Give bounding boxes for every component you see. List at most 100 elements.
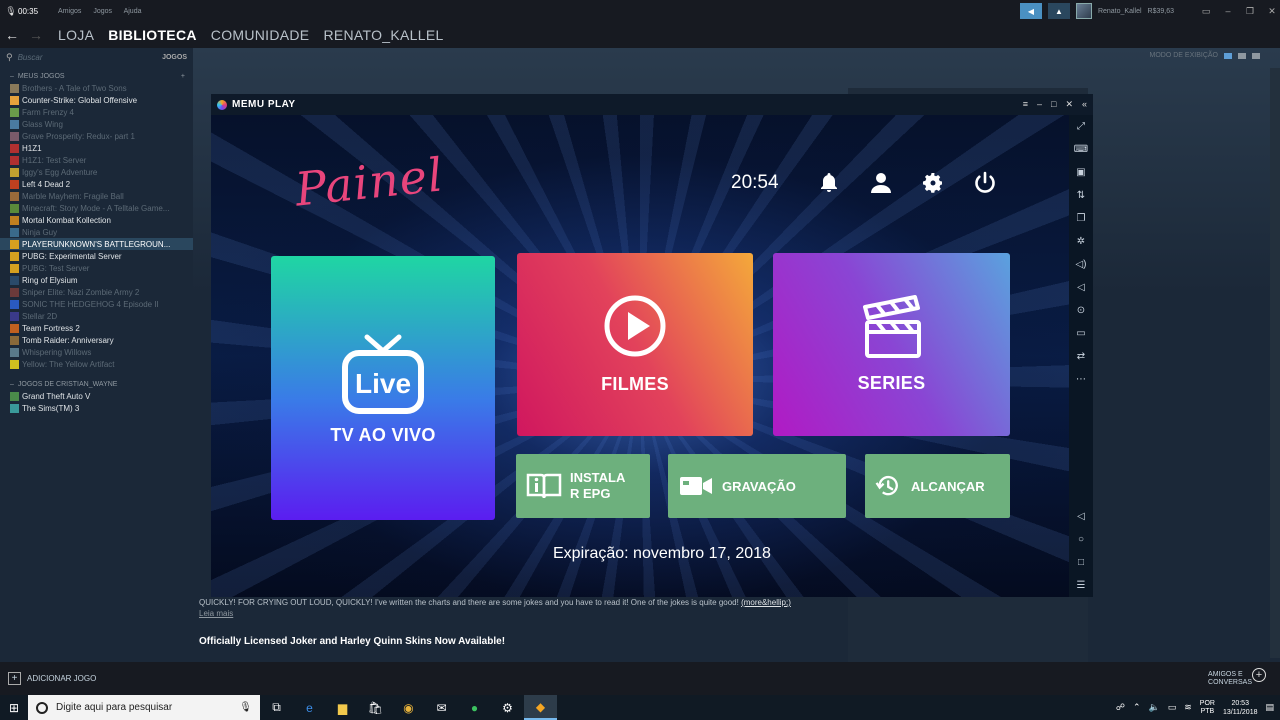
settings-gear-icon[interactable] — [921, 171, 945, 195]
big-picture-icon[interactable]: ▭ — [1198, 6, 1214, 17]
collapse-sidebar-icon[interactable]: « — [1082, 99, 1087, 110]
library-search[interactable]: ⚲ Buscar JOGOS — [0, 48, 193, 66]
broadcast-icon[interactable]: ◀ — [1019, 3, 1042, 19]
tv-ao-vivo-tile[interactable]: Live TV AO VIVO — [271, 256, 495, 520]
memu-taskbar-icon[interactable]: ◆ — [524, 695, 557, 720]
news-title[interactable]: Officially Licensed Joker and Harley Qui… — [199, 636, 505, 647]
game-list-item[interactable]: Sniper Elite: Nazi Zombie Army 2 — [0, 286, 193, 298]
news-more-link[interactable]: (more&hellip;) — [741, 598, 791, 607]
fullscreen-icon[interactable]: ⤢ — [1069, 115, 1093, 138]
people-icon[interactable]: ☍ — [1116, 702, 1125, 713]
folder-icon[interactable]: ▭ — [1069, 322, 1093, 345]
game-list-item[interactable]: Yellow: The Yellow Artifact — [0, 358, 193, 370]
rotate-icon[interactable]: ⇄ — [1069, 345, 1093, 368]
settings-icon[interactable]: ✲ — [1069, 230, 1093, 253]
game-list-item[interactable]: Iggy's Egg Adventure — [0, 166, 193, 178]
close-icon[interactable]: ✕ — [1065, 99, 1073, 110]
nav-biblioteca[interactable]: BIBLIOTECA — [108, 27, 197, 43]
game-list-item[interactable]: PUBG: Test Server — [0, 262, 193, 274]
game-list-item[interactable]: Counter-Strike: Global Offensive — [0, 94, 193, 106]
group-header-cristian[interactable]: – JOGOS DE CRISTIAN_WAYNE — [0, 378, 193, 390]
android-home-icon[interactable]: ○ — [1069, 528, 1093, 551]
microphone-icon[interactable]: 🎙 — [239, 702, 252, 713]
friends-chat-button[interactable]: AMIGOS E CONVERSAS — [1208, 671, 1252, 687]
language-indicator[interactable]: POR PTB — [1200, 700, 1215, 716]
volume-up-icon[interactable]: ◁) — [1069, 253, 1093, 276]
whatsapp-icon[interactable]: ● — [458, 695, 491, 720]
power-icon[interactable] — [973, 171, 997, 195]
detail-view-icon[interactable] — [1238, 52, 1246, 59]
windows-search-input[interactable]: Digite aqui para pesquisar — [56, 702, 172, 713]
nav-comunidade[interactable]: COMUNIDADE — [211, 27, 310, 43]
game-list-item[interactable]: Farm Frenzy 4 — [0, 106, 193, 118]
menu-ajuda[interactable]: Ajuda — [124, 8, 142, 15]
games-filter-label[interactable]: JOGOS — [162, 54, 187, 61]
volume-down-icon[interactable]: ◁ — [1069, 276, 1093, 299]
mail-icon[interactable]: ✉ — [425, 695, 458, 720]
menu-amigos[interactable]: Amigos — [58, 8, 81, 15]
file-explorer-icon[interactable]: ▆ — [326, 695, 359, 720]
game-list-item[interactable]: Marble Mayhem: Fragile Ball — [0, 190, 193, 202]
game-list-item[interactable]: The Sims(TM) 3 — [0, 402, 193, 414]
chrome-icon[interactable]: ◉ — [392, 695, 425, 720]
filmes-tile[interactable]: FILMES — [517, 253, 753, 436]
avatar[interactable] — [1075, 3, 1092, 19]
edge-browser-icon[interactable]: e — [293, 695, 326, 720]
scrollbar[interactable] — [1270, 68, 1280, 658]
store-icon[interactable]: 🛍 — [359, 695, 392, 720]
game-list-item[interactable]: Minecraft: Story Mode - A Telltale Game.… — [0, 202, 193, 214]
nav-loja[interactable]: LOJA — [58, 27, 94, 43]
add-game-button[interactable]: + ADICIONAR JOGO — [8, 672, 96, 685]
tray-chevron-icon[interactable]: ⌃ — [1133, 702, 1141, 713]
group-header-meus-jogos[interactable]: – MEUS JOGOS + — [0, 70, 193, 82]
game-list-item[interactable]: H1Z1 — [0, 142, 193, 154]
menu-icon[interactable]: ≡ — [1023, 99, 1028, 110]
windows-start-icon[interactable]: ⊞ — [0, 701, 28, 715]
windows-search-box[interactable]: Digite aqui para pesquisar 🎙 — [28, 695, 260, 720]
action-center-icon[interactable]: ▤ — [1265, 702, 1274, 713]
nav-profile[interactable]: RENATO_KALLEL — [323, 27, 443, 43]
instalar-epg-tile[interactable]: INSTALA R EPG — [516, 454, 650, 518]
steam-icon[interactable]: ⚙ — [491, 695, 524, 720]
series-tile[interactable]: SERIES — [773, 253, 1010, 436]
keyboard-icon[interactable]: ⌨ — [1069, 138, 1093, 161]
game-list-item[interactable]: SONIC THE HEDGEHOG 4 Episode II — [0, 298, 193, 310]
view-mode[interactable]: MODO DE EXIBIÇÃO — [1150, 52, 1260, 59]
gravacao-tile[interactable]: GRAVAÇÃO — [668, 454, 846, 518]
maximize-icon[interactable]: □ — [1051, 99, 1056, 110]
minimize-icon[interactable]: – — [1037, 99, 1042, 110]
more-icon[interactable]: ⋯ — [1069, 368, 1093, 391]
search-input[interactable]: Buscar — [18, 53, 163, 62]
task-view-icon[interactable]: ⧉ — [260, 695, 293, 720]
read-more-link[interactable]: Leia mais — [199, 609, 839, 618]
game-list-item[interactable]: Ninja Guy — [0, 226, 193, 238]
list-view-icon[interactable] — [1224, 52, 1232, 59]
microphone-icon[interactable]: 🎙 — [4, 6, 18, 17]
game-list-item[interactable]: Whispering Willows — [0, 346, 193, 358]
wifi-icon[interactable]: ≋ — [1184, 702, 1192, 713]
game-list-item[interactable]: PUBG: Experimental Server — [0, 250, 193, 262]
notifications-icon[interactable]: ▲ — [1047, 3, 1070, 19]
game-list-item[interactable]: Glass Wing — [0, 118, 193, 130]
game-list-item[interactable]: PLAYERUNKNOWN'S BATTLEGROUN... — [0, 238, 193, 250]
apk-install-icon[interactable]: ▣ — [1069, 161, 1093, 184]
game-list-item[interactable]: Stellar 2D — [0, 310, 193, 322]
grid-view-icon[interactable] — [1252, 52, 1260, 59]
game-list-item[interactable]: Tomb Raider: Anniversary — [0, 334, 193, 346]
back-arrow-icon[interactable]: ← — [0, 27, 24, 43]
user-icon[interactable] — [869, 171, 893, 195]
menu-jogos[interactable]: Jogos — [93, 8, 112, 15]
username[interactable]: Renato_Kallel — [1098, 8, 1142, 15]
add-friend-icon[interactable]: + — [1252, 668, 1266, 682]
location-icon[interactable]: ⊙ — [1069, 299, 1093, 322]
game-list-item[interactable]: Grand Theft Auto V — [0, 390, 193, 402]
sync-icon[interactable]: ⇅ — [1069, 184, 1093, 207]
android-recents-icon[interactable]: □ — [1069, 551, 1093, 574]
game-list-item[interactable]: Brothers - A Tale of Two Sons — [0, 82, 193, 94]
network-icon[interactable]: ▭ — [1168, 702, 1177, 713]
volume-icon[interactable]: 🔈 — [1149, 702, 1160, 713]
game-list-item[interactable]: Left 4 Dead 2 — [0, 178, 193, 190]
android-back-icon[interactable]: ◁ — [1069, 505, 1093, 528]
game-list-item[interactable]: Ring of Elysium — [0, 274, 193, 286]
bell-icon[interactable] — [817, 171, 841, 195]
